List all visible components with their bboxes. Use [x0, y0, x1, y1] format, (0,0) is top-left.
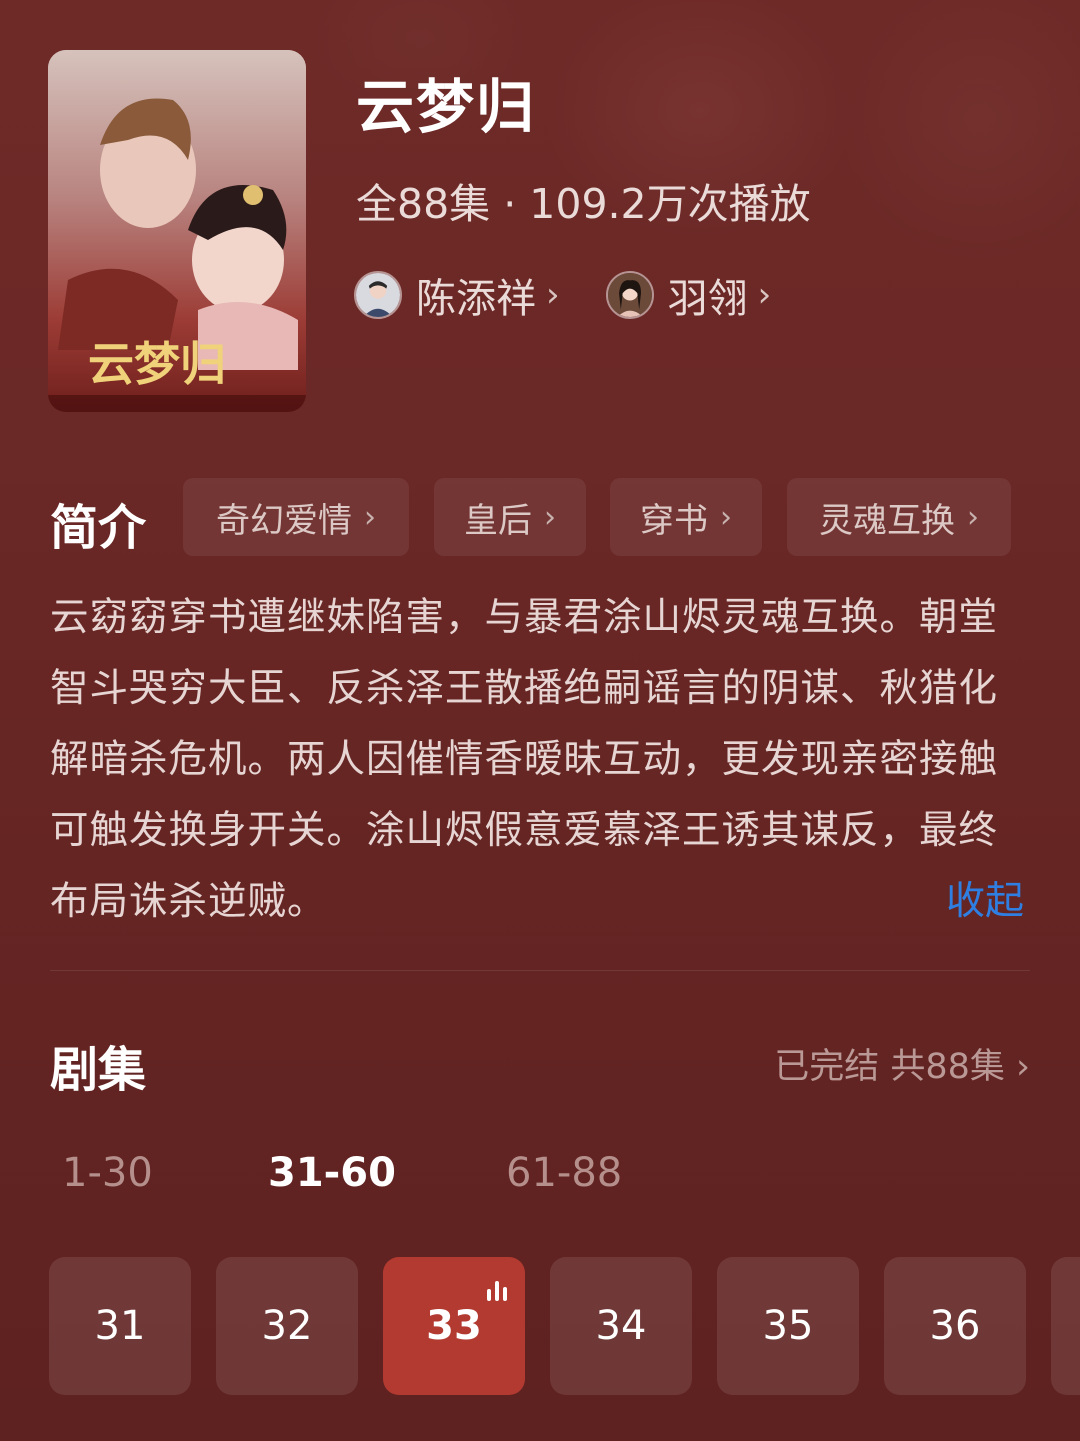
episodes-status: 已完结 共88集: [774, 1047, 1005, 1087]
collapse-button[interactable]: 收起: [946, 866, 1024, 937]
range-tab-3[interactable]: 61-88: [506, 1150, 622, 1196]
tag-soul-swap[interactable]: 灵魂互换 ›: [787, 478, 1011, 556]
show-meta: 全88集 · 109.2万次播放: [356, 180, 811, 228]
chevron-right-icon: ›: [364, 499, 376, 535]
tag-label: 穿书: [640, 500, 708, 541]
chevron-right-icon: ›: [546, 275, 560, 315]
range-tab-1[interactable]: 1-30: [62, 1150, 153, 1196]
chevron-right-icon: ›: [720, 499, 732, 535]
avatar: [354, 271, 402, 319]
show-title: 云梦归: [356, 73, 537, 141]
episode-button[interactable]: 31: [49, 1257, 191, 1395]
cast-name: 陈添祥: [416, 276, 536, 322]
cast-name: 羽翎: [667, 276, 748, 322]
intro-description: 云窈窈穿书遭继妹陷害，与暴君涂山烬灵魂互换。朝堂智斗哭穷大臣、反杀泽王散播绝嗣谣…: [50, 595, 999, 924]
episode-button[interactable]: 34: [550, 1257, 692, 1395]
cast-list: 陈添祥 › 羽翎 ›: [354, 266, 817, 324]
episode-button[interactable]: 36: [884, 1257, 1026, 1395]
chevron-right-icon: ›: [757, 275, 772, 315]
episodes-status-link[interactable]: 已完结 共88集 ›: [774, 1038, 1030, 1089]
chevron-right-icon: ›: [1004, 1047, 1030, 1087]
chevron-right-icon: ›: [967, 499, 979, 535]
episode-button[interactable]: 32: [216, 1257, 358, 1395]
avatar: [605, 271, 654, 319]
now-playing-icon: [487, 1279, 507, 1301]
tag-empress[interactable]: 皇后 ›: [434, 478, 586, 556]
tag-label: 灵魂互换: [819, 500, 955, 541]
poster-title-art: 云梦归: [88, 337, 226, 391]
episode-number: 33: [426, 1303, 482, 1349]
poster-image[interactable]: 云梦归: [48, 50, 306, 412]
episode-button[interactable]: 35: [717, 1257, 859, 1395]
divider: [50, 970, 1030, 971]
tag-label: 皇后: [464, 500, 532, 541]
tag-fantasy-romance[interactable]: 奇幻爱情 ›: [183, 478, 409, 556]
episode-button-partial[interactable]: [1051, 1257, 1080, 1395]
episode-button-playing[interactable]: 33: [383, 1257, 525, 1395]
cast-item-2[interactable]: 羽翎 ›: [605, 266, 772, 324]
chevron-right-icon: ›: [544, 499, 556, 535]
cast-item-1[interactable]: 陈添祥 ›: [354, 266, 560, 324]
poster-artwork: 云梦归: [48, 50, 306, 412]
intro-heading: 简介: [50, 500, 147, 556]
tag-book-transmigration[interactable]: 穿书 ›: [610, 478, 762, 556]
episodes-heading: 剧集: [50, 1042, 147, 1098]
tag-label: 奇幻爱情: [216, 500, 352, 541]
range-tab-2[interactable]: 31-60: [268, 1150, 396, 1196]
